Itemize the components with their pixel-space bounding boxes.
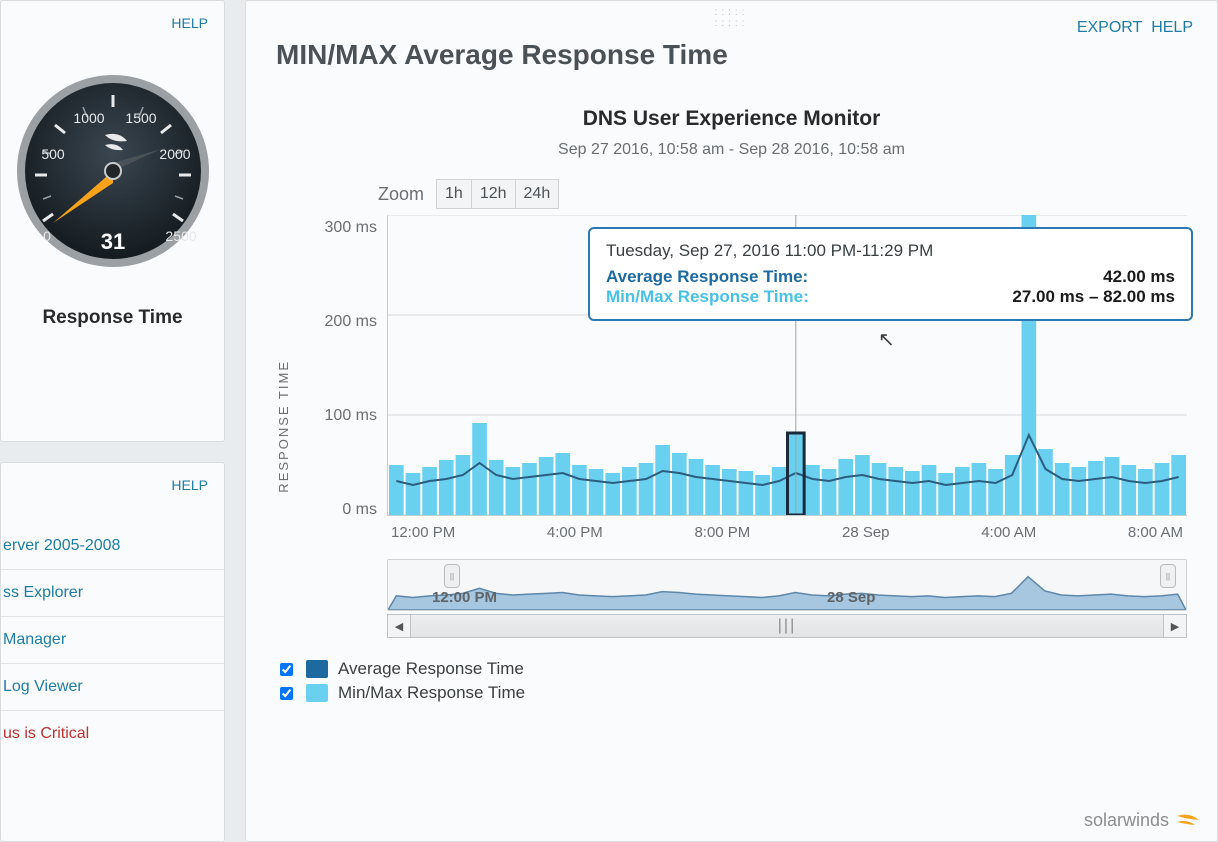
brand-text: solarwinds	[1084, 810, 1169, 831]
gauge-tick: 500	[41, 146, 65, 162]
gauge-panel: HELP	[0, 0, 225, 442]
x-axis-tick: 4:00 AM	[981, 524, 1036, 541]
response-time-gauge: 0 500 1000 1500 2000 2500	[13, 71, 213, 271]
scroll-left-button[interactable]: ◀	[387, 614, 411, 638]
link-list-panel: HELP erver 2005-2008ss ExplorerManagerLo…	[0, 462, 225, 842]
list-help-link[interactable]: HELP	[171, 477, 208, 493]
gauge-tick: 0	[43, 228, 51, 244]
help-link[interactable]: HELP	[1151, 19, 1193, 36]
navigator-handle-right[interactable]: ||	[1160, 564, 1176, 588]
x-axis-tick: 8:00 AM	[1128, 524, 1183, 541]
legend-swatch-avg	[306, 660, 328, 678]
chart-title: DNS User Experience Monitor	[276, 107, 1187, 131]
gauge-value: 31	[100, 229, 124, 254]
legend-toggle-avg[interactable]: Average Response Time	[276, 659, 1187, 679]
legend-label-avg: Average Response Time	[338, 659, 524, 679]
gauge-tick: 1000	[73, 110, 104, 126]
scroll-track[interactable]: |||	[411, 614, 1163, 638]
chart-plot-area[interactable]: Tuesday, Sep 27, 2016 11:00 PM-11:29 PM …	[387, 215, 1187, 516]
zoom-button-24h[interactable]: 24h	[516, 179, 560, 209]
legend-checkbox-avg[interactable]	[280, 663, 293, 676]
main-chart-panel: :::::::::: EXPORT HELP MIN/MAX Average R…	[245, 0, 1218, 842]
x-axis-tick: 4:00 PM	[547, 524, 603, 541]
solarwinds-wing-icon	[1175, 812, 1199, 830]
panel-title: MIN/MAX Average Response Time	[276, 39, 1187, 71]
brand-logo: solarwinds	[1084, 810, 1199, 831]
export-link[interactable]: EXPORT	[1077, 19, 1143, 36]
tooltip-minmax-value: 27.00 ms – 82.00 ms	[1012, 287, 1175, 307]
chart-date-range: Sep 27 2016, 10:58 am - Sep 28 2016, 10:…	[276, 141, 1187, 159]
x-axis-tick: 12:00 PM	[391, 524, 455, 541]
legend-label-minmax: Min/Max Response Time	[338, 683, 525, 703]
y-axis-tick: 0 ms	[342, 501, 377, 519]
y-axis-tick: 300 ms	[325, 219, 377, 237]
navigator-chart[interactable]: 12:00 PM 28 Sep || ||	[387, 559, 1187, 611]
navigator-tick: 12:00 PM	[432, 589, 497, 606]
zoom-controls: Zoom 1h12h24h	[378, 179, 1187, 209]
gauge-tick: 1500	[125, 110, 156, 126]
navigator-tick: 28 Sep	[827, 589, 875, 606]
y-axis-tick: 100 ms	[325, 407, 377, 425]
sidebar-link-item[interactable]: ss Explorer	[1, 569, 224, 616]
gauge-tick: 2000	[159, 146, 190, 162]
legend-checkbox-minmax[interactable]	[280, 687, 293, 700]
tooltip-header: Tuesday, Sep 27, 2016 11:00 PM-11:29 PM	[606, 241, 1175, 261]
zoom-button-12h[interactable]: 12h	[472, 179, 516, 209]
sidebar-link-item[interactable]: erver 2005-2008	[1, 523, 224, 569]
tooltip-avg-label: Average Response Time:	[606, 267, 808, 287]
chart-tooltip: Tuesday, Sep 27, 2016 11:00 PM-11:29 PM …	[588, 227, 1193, 321]
sidebar-link-item[interactable]: Manager	[1, 616, 224, 663]
legend-swatch-minmax	[306, 684, 328, 702]
zoom-button-1h[interactable]: 1h	[436, 179, 472, 209]
tooltip-avg-value: 42.00 ms	[1103, 267, 1175, 287]
zoom-label: Zoom	[378, 184, 424, 205]
sidebar-link-item[interactable]: us is Critical	[1, 710, 224, 757]
x-axis-tick: 28 Sep	[842, 524, 890, 541]
drag-handle-icon[interactable]: ::::::::::	[715, 7, 749, 29]
navigator-handle-left[interactable]: ||	[444, 564, 460, 588]
y-axis-title: RESPONSE TIME	[276, 360, 291, 493]
gauge-caption: Response Time	[42, 307, 182, 329]
navigator-scrollbar[interactable]: ◀ ||| ▶	[387, 615, 1187, 637]
scroll-right-button[interactable]: ▶	[1163, 614, 1187, 638]
scroll-thumb-icon[interactable]: |||	[778, 617, 796, 635]
x-axis-tick: 8:00 PM	[694, 524, 750, 541]
gauge-help-link[interactable]: HELP	[171, 15, 208, 31]
y-axis-tick: 200 ms	[325, 313, 377, 331]
tooltip-minmax-label: Min/Max Response Time:	[606, 287, 809, 307]
gauge-tick: 2500	[165, 228, 196, 244]
legend-toggle-minmax[interactable]: Min/Max Response Time	[276, 683, 1187, 703]
sidebar-link-item[interactable]: Log Viewer	[1, 663, 224, 710]
